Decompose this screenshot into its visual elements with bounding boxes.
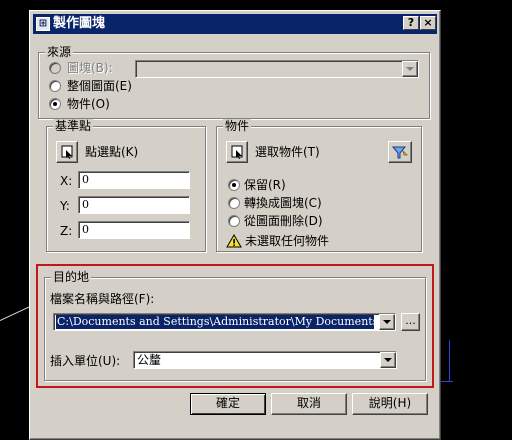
convert-to-block-radio[interactable] <box>228 197 240 209</box>
file-path-dropdown-button[interactable] <box>379 314 395 330</box>
objects-legend: 物件 <box>223 119 252 133</box>
file-path-value: C:\Documents and Settings\Administrator\… <box>57 315 374 328</box>
dialog-title: 製作圖塊 <box>53 16 106 31</box>
destination-legend: 目的地 <box>51 270 92 284</box>
ok-button[interactable]: 確定 <box>190 393 266 415</box>
help-button[interactable]: 說明(H) <box>352 393 428 415</box>
quick-select-filter-icon <box>391 146 408 159</box>
pick-point-icon <box>61 145 73 159</box>
pick-point-label: 點選點(K) <box>85 145 139 159</box>
delete-label: 從圖面刪除(D) <box>244 214 323 228</box>
file-path-selection: C:\Documents and Settings\Administrator\… <box>56 315 374 329</box>
source-objects-label: 物件(O) <box>67 97 110 111</box>
block-app-icon: ⊞ <box>36 17 50 31</box>
file-path-combobox[interactable]: C:\Documents and Settings\Administrator\… <box>53 313 396 331</box>
insert-units-value: 公釐 <box>137 353 162 367</box>
x-coordinate-input[interactable]: 0 <box>78 171 190 189</box>
help-question-button[interactable]: ? <box>403 16 419 30</box>
source-group: 來源 圖塊(B): 整個圖面(E) 物件(O) <box>38 45 430 119</box>
units-dropdown-button[interactable] <box>380 352 396 368</box>
base-point-legend: 基準點 <box>53 119 94 133</box>
block-dropdown-button[interactable] <box>402 61 418 77</box>
warning-icon <box>226 234 242 248</box>
base-point-group: 基準點 點選點(K) X: 0 Y: 0 Z: 0 <box>46 119 206 252</box>
x-value: 0 <box>82 173 89 186</box>
pick-point-button[interactable] <box>56 141 78 163</box>
z-label: Z: <box>60 224 73 238</box>
source-entire-drawing-radio[interactable] <box>49 80 61 92</box>
y-value: 0 <box>82 198 89 211</box>
browse-button[interactable]: ... <box>401 313 420 331</box>
convert-to-block-label: 轉換成圖塊(C) <box>244 196 322 210</box>
source-legend: 來源 <box>45 45 74 59</box>
y-label: Y: <box>60 199 70 213</box>
y-coordinate-input[interactable]: 0 <box>78 196 190 214</box>
z-value: 0 <box>82 223 89 236</box>
insert-units-label: 插入單位(U): <box>50 354 121 368</box>
source-entire-drawing-label: 整個圖面(E) <box>67 79 132 93</box>
drawing-blue-edge <box>449 340 450 382</box>
quick-select-button[interactable] <box>388 141 412 163</box>
objects-group: 物件 選取物件(T) 保留(R) 轉換成圖塊(C) 從圖面刪除(D) 未選取任何… <box>216 119 422 252</box>
source-block-label: 圖塊(B): <box>67 61 113 75</box>
z-coordinate-input[interactable]: 0 <box>78 221 190 239</box>
insert-units-dropdown[interactable]: 公釐 <box>133 351 397 369</box>
block-name-dropdown[interactable] <box>135 60 419 78</box>
close-button[interactable]: × <box>420 16 436 30</box>
chevron-down-icon <box>406 67 414 71</box>
make-block-dialog: ⊞ 製作圖塊 ? × 來源 圖塊(B): 整個圖面(E) 物件(O) 基準點 點… <box>29 10 441 440</box>
select-objects-button[interactable] <box>226 141 248 163</box>
path-label: 檔案名稱與路徑(F): <box>50 292 155 306</box>
chevron-down-icon <box>384 358 392 362</box>
select-objects-icon <box>231 145 243 159</box>
title-bar[interactable]: ⊞ 製作圖塊 ? × <box>33 14 437 34</box>
drawing-leader-line <box>0 304 33 321</box>
retain-radio[interactable] <box>228 179 240 191</box>
cancel-button[interactable]: 取消 <box>271 393 347 415</box>
delete-radio[interactable] <box>228 215 240 227</box>
x-label: X: <box>60 174 73 188</box>
retain-label: 保留(R) <box>244 178 286 192</box>
destination-group: 目的地 檔案名稱與路徑(F): C:\Documents and Setting… <box>44 270 426 381</box>
source-objects-radio[interactable] <box>49 98 61 110</box>
chevron-down-icon <box>383 320 391 324</box>
drawing-blue-base <box>441 381 453 382</box>
no-objects-selected-text: 未選取任何物件 <box>245 234 330 248</box>
select-objects-label: 選取物件(T) <box>255 145 320 159</box>
source-block-radio[interactable] <box>49 62 61 74</box>
